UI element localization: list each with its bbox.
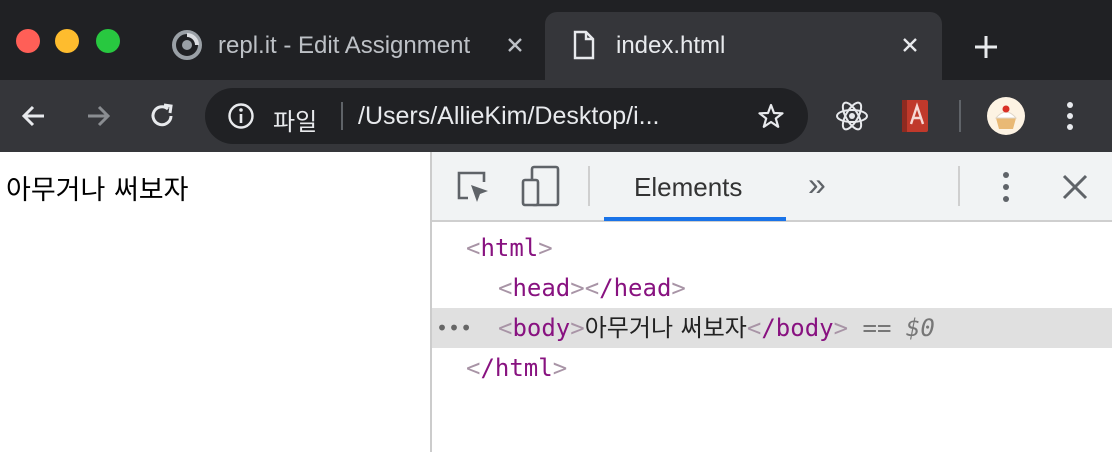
info-icon[interactable] [227,102,255,130]
bookmark-star-icon[interactable] [757,102,785,130]
body-text-node: 아무거나 써보자 [584,314,747,342]
react-devtools-icon[interactable] [834,98,870,134]
tag-name: /head [599,274,672,302]
devtools-divider [958,166,960,206]
address-divider [341,102,343,130]
selected-node-marker: == $0 [862,314,935,342]
close-icon[interactable] [899,34,921,56]
dictionary-extension-icon[interactable] [898,98,932,134]
tag-name: head [512,274,571,302]
active-tab-indicator [604,217,786,221]
more-vert-icon[interactable] [1058,98,1082,134]
tab-index-html[interactable]: index.html [545,12,942,80]
tab-elements[interactable]: Elements [604,152,786,221]
dom-tree: <html> <head></head> ••• <body>아무거나 써보자<… [432,228,1112,388]
minimize-window-button[interactable] [55,29,79,53]
tab-title: index.html [616,32,726,59]
page-viewport: 아무거나 써보자 [0,152,430,452]
browser-toolbar: 파일 /Users/AllieKim/Desktop/i... [0,80,1112,152]
file-icon [573,30,595,60]
tag-name: body [512,314,571,342]
page-body-text: 아무거나 써보자 [6,175,189,206]
close-icon[interactable] [504,34,526,56]
forward-arrow-icon[interactable] [82,100,114,132]
avatar[interactable] [986,96,1026,136]
device-toolbar-icon[interactable] [520,164,562,208]
dom-node-head[interactable]: <head></head> [432,268,1112,308]
tag-name: /html [480,354,553,382]
tab-strip: repl.it - Edit Assignment index.html [0,0,1112,80]
devtools-panel: Elements » <html> <head></head> ••• <bod… [430,152,1112,452]
devtools-divider [588,166,590,206]
reload-icon[interactable] [146,100,178,132]
toolbar-divider [959,100,961,132]
tab-title: repl.it - Edit Assignment [218,32,471,59]
address-bar[interactable]: 파일 /Users/AllieKim/Desktop/i... [205,88,808,144]
more-tabs-chevron-icon[interactable]: » [808,166,826,203]
inspect-element-icon[interactable] [454,168,492,206]
dom-node-html-close[interactable]: </html> [432,348,1112,388]
dom-node-html[interactable]: <html> [432,228,1112,268]
dom-node-body-selected[interactable]: ••• <body>아무거나 써보자</body> == $0 [432,308,1112,348]
devtools-menu-icon[interactable] [996,168,1016,206]
tab-elements-label: Elements [634,172,743,202]
replit-icon [172,30,202,60]
new-tab-plus-icon[interactable] [972,33,1000,61]
tab-replit[interactable]: repl.it - Edit Assignment [148,12,538,80]
close-window-button[interactable] [16,29,40,53]
devtools-toolbar: Elements » [432,152,1112,222]
node-actions-icon[interactable]: ••• [436,308,472,348]
zoom-window-button[interactable] [96,29,120,53]
close-devtools-icon[interactable] [1060,172,1090,202]
address-url[interactable]: /Users/AllieKim/Desktop/i... [358,102,659,131]
tag-name: html [480,234,539,262]
address-scheme-label: 파일 [273,109,318,136]
tag-name: /body [761,314,834,342]
back-arrow-icon[interactable] [18,100,50,132]
